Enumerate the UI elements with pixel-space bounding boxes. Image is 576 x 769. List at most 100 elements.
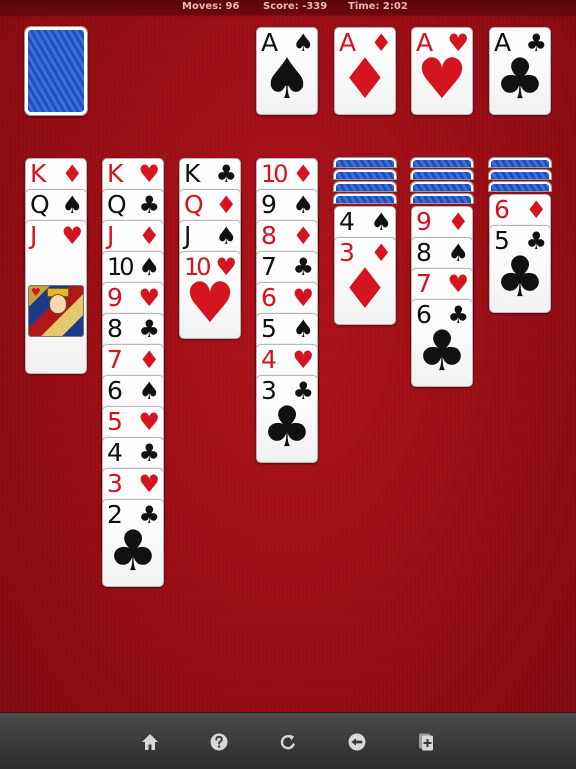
card-rank: J bbox=[30, 221, 37, 250]
card-rank: 4 bbox=[107, 438, 123, 467]
face-down-card bbox=[489, 170, 551, 179]
card-rank: 6 bbox=[494, 195, 510, 224]
foundation-pile[interactable]: A ♥ ♥ bbox=[411, 27, 473, 115]
card-rank: 10 bbox=[107, 253, 134, 281]
playing-card[interactable]: J ♥ ♥ bbox=[25, 220, 87, 374]
card-rank: Q bbox=[107, 190, 127, 219]
card-rank: J bbox=[107, 221, 114, 250]
undo-icon bbox=[348, 733, 366, 751]
card-suit-icon: ♣ bbox=[138, 191, 160, 219]
card-suit-icon: ♠ bbox=[447, 239, 469, 267]
card-center-suit-icon: ♣ bbox=[494, 47, 546, 112]
timer-display: Time: 2:02 bbox=[348, 1, 408, 12]
card-suit-icon: ♦ bbox=[292, 160, 314, 188]
help-button[interactable] bbox=[208, 731, 230, 753]
card-center-suit-icon: ♣ bbox=[261, 395, 313, 460]
foundation-pile[interactable]: A ♦ ♦ bbox=[334, 27, 396, 115]
card-rank: 8 bbox=[416, 238, 432, 267]
card-suit-icon: ♦ bbox=[525, 196, 547, 224]
foundation-pile[interactable]: A ♣ ♣ bbox=[489, 27, 551, 115]
card-rank: 6 bbox=[107, 376, 123, 405]
card-rank: 9 bbox=[416, 207, 432, 236]
card-rank: 8 bbox=[261, 221, 277, 250]
playing-card[interactable]: 6 ♣ ♣ bbox=[411, 299, 473, 387]
card-rank: 7 bbox=[107, 345, 123, 374]
card-suit-icon: ♥ bbox=[447, 270, 469, 298]
help-icon bbox=[210, 733, 228, 751]
face-down-card bbox=[411, 182, 473, 191]
face-card-suit-icon: ♥ bbox=[31, 286, 41, 299]
new-game-button[interactable] bbox=[415, 731, 437, 753]
card-suit-icon: ♠ bbox=[370, 208, 392, 236]
card-suit-icon: ♣ bbox=[292, 253, 314, 281]
card-suit-icon: ♠ bbox=[215, 222, 237, 250]
stock-pile[interactable] bbox=[25, 27, 87, 115]
face-figure bbox=[49, 294, 67, 314]
card-rank: 8 bbox=[107, 314, 123, 343]
card-rank: K bbox=[30, 159, 46, 188]
card-rank: 9 bbox=[261, 190, 277, 219]
card-rank: J bbox=[184, 221, 191, 250]
card-center-suit-icon: ♣ bbox=[107, 519, 159, 584]
card-suit-icon: ♦ bbox=[447, 208, 469, 236]
undo-button[interactable] bbox=[346, 731, 368, 753]
card-suit-icon: ♠ bbox=[61, 191, 83, 219]
playing-card[interactable]: 10 ♥ ♥ bbox=[179, 251, 241, 339]
card-rank: 4 bbox=[261, 345, 277, 374]
card-suit-icon: ♥ bbox=[61, 222, 83, 250]
card-suit-icon: ♠ bbox=[292, 191, 314, 219]
card-center-suit-icon: ♦ bbox=[339, 47, 391, 112]
card-suit-icon: ♥ bbox=[138, 160, 160, 188]
restart-button[interactable] bbox=[277, 731, 299, 753]
card-rank: Q bbox=[184, 190, 204, 219]
card-suit-icon: ♣ bbox=[215, 160, 237, 188]
card-center-suit-icon: ♣ bbox=[416, 319, 468, 384]
face-down-card bbox=[334, 158, 396, 167]
moves-counter: Moves: 96 bbox=[182, 1, 240, 12]
card-suit-icon: ♦ bbox=[61, 160, 83, 188]
foundation-pile[interactable]: A ♠ ♠ bbox=[256, 27, 318, 115]
playing-card[interactable]: 2 ♣ ♣ bbox=[102, 499, 164, 587]
playing-card[interactable]: 3 ♣ ♣ bbox=[256, 375, 318, 463]
card-suit-icon: ♦ bbox=[138, 222, 160, 250]
card-rank: 4 bbox=[339, 207, 355, 236]
card-suit-icon: ♦ bbox=[138, 346, 160, 374]
card-center-suit-icon: ♣ bbox=[494, 245, 546, 310]
face-down-card bbox=[411, 170, 473, 179]
card-rank: 10 bbox=[261, 160, 288, 188]
card-suit-icon: ♠ bbox=[292, 315, 314, 343]
card-suit-icon: ♥ bbox=[138, 408, 160, 436]
face-down-card bbox=[489, 158, 551, 167]
face-down-card bbox=[411, 194, 473, 203]
card-center-suit-icon: ♠ bbox=[261, 47, 313, 112]
card-center-suit-icon: ♥ bbox=[184, 271, 236, 336]
card-rank: 9 bbox=[107, 283, 123, 312]
card-center-suit-icon: ♦ bbox=[339, 257, 391, 322]
card-suit-icon: ♠ bbox=[138, 377, 160, 405]
score-display: Score: -339 bbox=[263, 1, 328, 12]
playing-card[interactable]: 5 ♣ ♣ bbox=[489, 225, 551, 313]
face-down-card bbox=[411, 158, 473, 167]
card-suit-icon: ♥ bbox=[292, 346, 314, 374]
card-suit-icon: ♦ bbox=[292, 222, 314, 250]
card-suit-icon: ♥ bbox=[138, 284, 160, 312]
card-rank: 5 bbox=[261, 314, 277, 343]
card-rank: 7 bbox=[416, 269, 432, 298]
face-down-card bbox=[489, 182, 551, 191]
card-suit-icon: ♣ bbox=[138, 439, 160, 467]
card-suit-icon: ♣ bbox=[138, 315, 160, 343]
bottom-toolbar bbox=[0, 712, 576, 769]
home-icon bbox=[142, 734, 158, 750]
card-rank: 5 bbox=[107, 407, 123, 436]
card-center-suit-icon: ♥ bbox=[416, 47, 468, 112]
home-button[interactable] bbox=[139, 731, 161, 753]
card-rank: Q bbox=[30, 190, 50, 219]
playing-card[interactable]: 3 ♦ ♦ bbox=[334, 237, 396, 325]
card-rank: 3 bbox=[107, 469, 123, 498]
card-suit-icon: ♦ bbox=[215, 191, 237, 219]
card-suit-icon: ♠ bbox=[138, 253, 160, 281]
card-rank: 7 bbox=[261, 252, 277, 281]
restart-icon bbox=[280, 734, 295, 750]
face-card-art: ♥ bbox=[28, 285, 84, 337]
new-deal-icon bbox=[419, 733, 433, 751]
